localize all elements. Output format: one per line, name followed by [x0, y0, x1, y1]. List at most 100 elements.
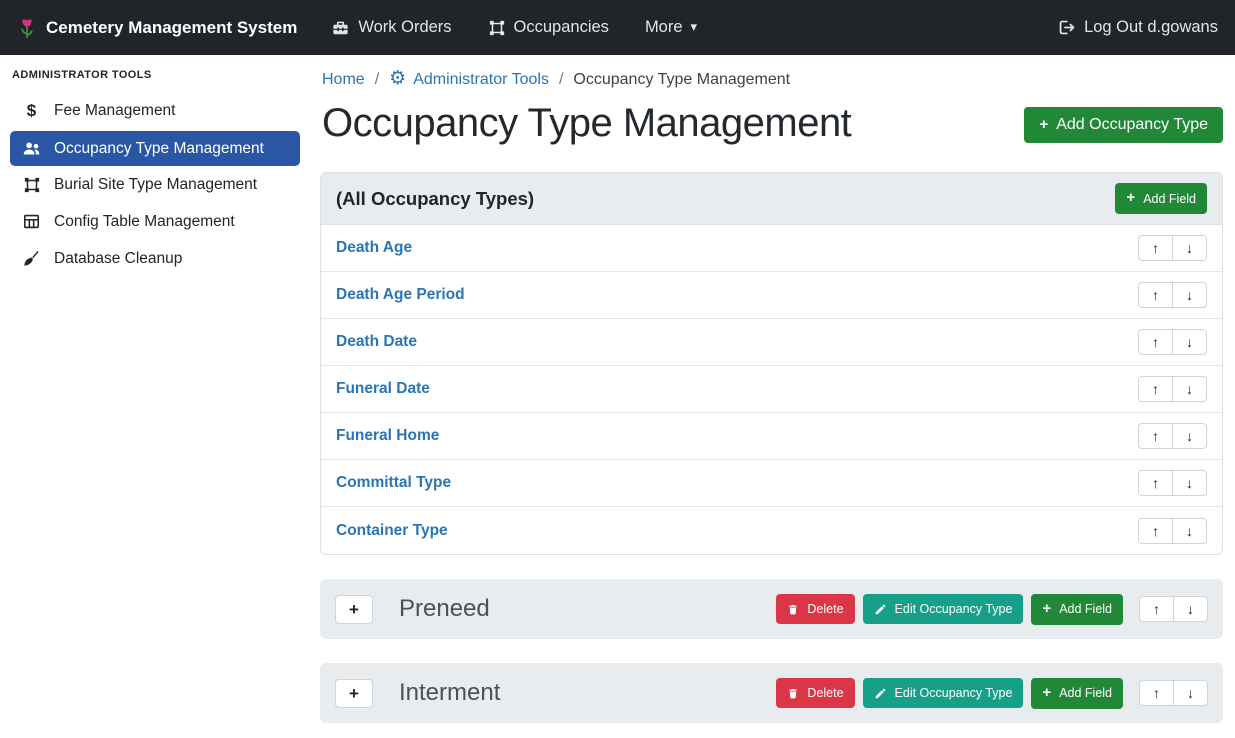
move-up-button[interactable]: ↑	[1139, 596, 1174, 622]
expand-section-button[interactable]: +	[335, 679, 373, 708]
edit-occupancy-type-button[interactable]: Edit Occupancy Type	[863, 678, 1024, 708]
add-field-label: Add Field	[1059, 602, 1112, 616]
vector-square-icon	[488, 19, 506, 37]
arrow-up-icon: ↑	[1153, 602, 1160, 616]
move-down-button[interactable]: ↓	[1172, 423, 1207, 449]
move-down-button[interactable]: ↓	[1172, 235, 1207, 261]
chevron-down-icon: ▾	[691, 20, 698, 33]
sidebar-item-config-table-management[interactable]: Config Table Management	[10, 204, 300, 239]
section-title: Preneed	[399, 595, 490, 623]
move-down-button[interactable]: ↓	[1172, 282, 1207, 308]
delete-label: Delete	[807, 686, 843, 700]
field-link-funeral-home[interactable]: Funeral Home	[336, 427, 439, 445]
field-row: Death Date ↑ ↓	[321, 319, 1222, 366]
move-up-button[interactable]: ↑	[1138, 423, 1173, 449]
vector-square-icon	[21, 176, 42, 194]
arrow-down-icon: ↓	[1186, 241, 1193, 255]
field-row: Committal Type ↑ ↓	[321, 460, 1222, 507]
delete-occupancy-type-button[interactable]: Delete	[776, 678, 854, 708]
field-row: Container Type ↑ ↓	[321, 507, 1222, 554]
move-up-button[interactable]: ↑	[1138, 282, 1173, 308]
move-up-button[interactable]: ↑	[1139, 680, 1174, 706]
nav-occupancies-label: Occupancies	[514, 18, 609, 37]
plus-icon: +	[1042, 685, 1051, 700]
section-title: Interment	[399, 679, 500, 707]
sidebar-item-occupancy-type-management[interactable]: Occupancy Type Management	[10, 131, 300, 166]
field-link-funeral-date[interactable]: Funeral Date	[336, 380, 430, 398]
edit-occupancy-type-button[interactable]: Edit Occupancy Type	[863, 594, 1024, 624]
pencil-icon	[874, 687, 887, 700]
move-up-button[interactable]: ↑	[1138, 329, 1173, 355]
add-field-button[interactable]: + Add Field	[1031, 594, 1123, 625]
move-down-button[interactable]: ↓	[1172, 470, 1207, 496]
reorder-buttons: ↑ ↓	[1138, 470, 1207, 496]
field-link-container-type[interactable]: Container Type	[336, 522, 448, 540]
logout-label: Log Out d.gowans	[1084, 18, 1218, 37]
section-actions: Delete Edit Occupancy Type + Add Field ↑…	[776, 678, 1208, 709]
table-icon	[21, 212, 42, 231]
field-link-death-age-period[interactable]: Death Age Period	[336, 286, 465, 304]
move-up-button[interactable]: ↑	[1138, 376, 1173, 402]
plus-icon: +	[1042, 601, 1051, 616]
reorder-buttons: ↑ ↓	[1138, 376, 1207, 402]
add-occupancy-type-button[interactable]: + Add Occupancy Type	[1024, 107, 1223, 143]
field-link-death-age[interactable]: Death Age	[336, 239, 412, 257]
field-link-death-date[interactable]: Death Date	[336, 333, 417, 351]
field-row: Funeral Date ↑ ↓	[321, 366, 1222, 413]
main-nav: Work Orders Occupancies More ▾	[331, 18, 697, 37]
arrow-down-icon: ↓	[1186, 476, 1193, 490]
section-preneed: + Preneed Delete	[320, 579, 1223, 639]
gear-icon: ⚙	[389, 69, 406, 88]
brand-title: Cemetery Management System	[46, 18, 297, 38]
broom-icon	[21, 249, 42, 268]
plus-icon: +	[349, 685, 359, 702]
page-title: Occupancy Type Management	[322, 101, 851, 146]
sidebar: Administrator Tools $ Fee Management Occ…	[0, 55, 310, 738]
brand[interactable]: Cemetery Management System	[17, 16, 297, 40]
breadcrumb-administrator-tools[interactable]: ⚙ Administrator Tools	[389, 70, 549, 89]
nav-more[interactable]: More ▾	[645, 18, 697, 37]
section-interment: + Interment Delete	[320, 663, 1223, 723]
arrow-up-icon: ↑	[1152, 335, 1159, 349]
pencil-icon	[874, 603, 887, 616]
move-up-button[interactable]: ↑	[1138, 518, 1173, 544]
trash-icon	[787, 687, 799, 700]
sidebar-item-database-cleanup[interactable]: Database Cleanup	[10, 241, 300, 276]
logout-button[interactable]: Log Out d.gowans	[1057, 18, 1218, 37]
sidebar-item-burial-site-type-management[interactable]: Burial Site Type Management	[10, 168, 300, 202]
breadcrumb-current: Occupancy Type Management	[573, 71, 790, 89]
move-down-button[interactable]: ↓	[1172, 329, 1207, 355]
move-down-button[interactable]: ↓	[1172, 518, 1207, 544]
section-actions: Delete Edit Occupancy Type + Add Field ↑…	[776, 594, 1208, 625]
arrow-down-icon: ↓	[1186, 429, 1193, 443]
arrow-down-icon: ↓	[1186, 382, 1193, 396]
move-up-button[interactable]: ↑	[1138, 235, 1173, 261]
top-navbar: Cemetery Management System Work Orders	[0, 0, 1235, 55]
breadcrumb-administrator-tools-label: Administrator Tools	[413, 71, 549, 89]
add-field-button[interactable]: + Add Field	[1031, 678, 1123, 709]
breadcrumb-home[interactable]: Home	[322, 71, 365, 89]
reorder-buttons: ↑ ↓	[1138, 235, 1207, 261]
toolbox-icon	[331, 18, 350, 37]
move-up-button[interactable]: ↑	[1138, 470, 1173, 496]
delete-occupancy-type-button[interactable]: Delete	[776, 594, 854, 624]
sidebar-item-label: Database Cleanup	[54, 250, 182, 268]
breadcrumb-separator: /	[559, 71, 563, 89]
field-link-committal-type[interactable]: Committal Type	[336, 474, 451, 492]
move-down-button[interactable]: ↓	[1172, 376, 1207, 402]
expand-section-button[interactable]: +	[335, 595, 373, 624]
reorder-buttons: ↑ ↓	[1139, 680, 1208, 706]
sign-out-icon	[1057, 18, 1076, 37]
add-field-button[interactable]: + Add Field	[1115, 183, 1207, 214]
arrow-up-icon: ↑	[1152, 476, 1159, 490]
sidebar-item-label: Occupancy Type Management	[54, 140, 264, 158]
add-field-label: Add Field	[1143, 192, 1196, 206]
field-row: Death Age ↑ ↓	[321, 225, 1222, 272]
nav-occupancies[interactable]: Occupancies	[488, 18, 609, 37]
move-down-button[interactable]: ↓	[1173, 680, 1208, 706]
sidebar-item-fee-management[interactable]: $ Fee Management	[10, 93, 300, 129]
breadcrumb-separator: /	[375, 71, 379, 89]
move-down-button[interactable]: ↓	[1173, 596, 1208, 622]
nav-work-orders[interactable]: Work Orders	[331, 18, 451, 37]
arrow-down-icon: ↓	[1186, 335, 1193, 349]
